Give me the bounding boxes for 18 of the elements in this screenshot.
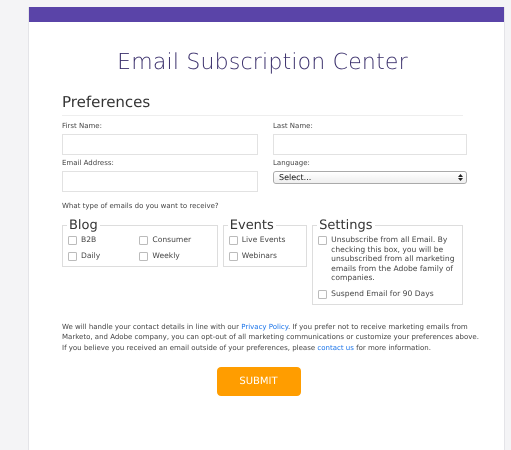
page-title: Email Subscription Center bbox=[116, 50, 409, 75]
input-field[interactable] bbox=[62, 134, 258, 155]
input-field[interactable] bbox=[62, 171, 258, 192]
checkbox[interactable] bbox=[228, 252, 238, 261]
input-field[interactable] bbox=[273, 134, 467, 155]
section-heading: Preferences bbox=[62, 93, 463, 116]
checkbox[interactable] bbox=[318, 236, 328, 245]
checkbox[interactable] bbox=[139, 252, 148, 261]
checkbox[interactable] bbox=[139, 236, 148, 245]
group-legend: Settings bbox=[317, 218, 374, 233]
checkbox[interactable] bbox=[318, 290, 328, 299]
checkbox[interactable] bbox=[68, 236, 77, 245]
checkbox[interactable] bbox=[68, 252, 77, 261]
group-legend: Blog bbox=[67, 218, 100, 233]
checkbox[interactable] bbox=[228, 236, 238, 245]
stepper-icon bbox=[458, 174, 463, 181]
language-select[interactable]: Select... bbox=[273, 171, 467, 184]
group-legend: Events bbox=[228, 218, 276, 233]
